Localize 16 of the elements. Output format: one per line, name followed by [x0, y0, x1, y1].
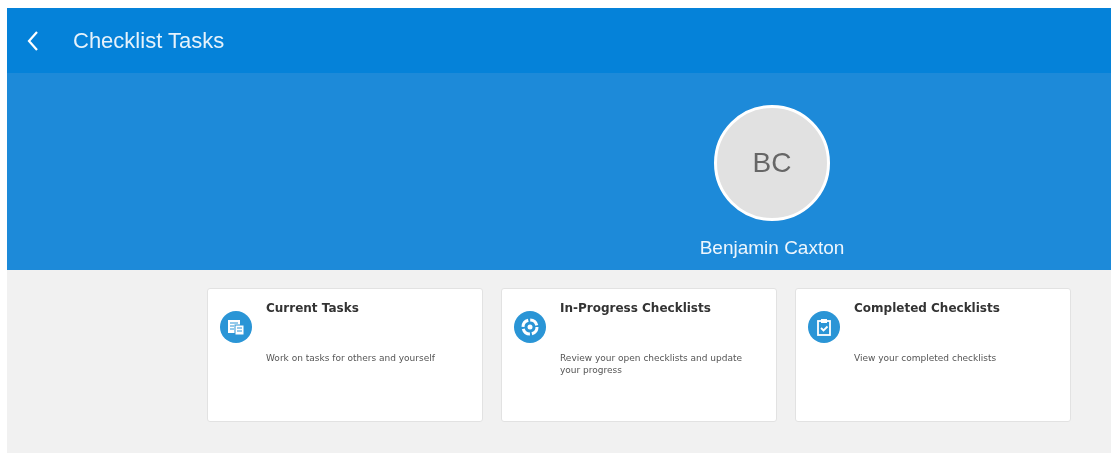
card-title: In-Progress Checklists: [560, 301, 712, 315]
task-card[interactable]: Current Tasks Work on tasks for others and yourself: [207, 288, 483, 422]
card-description: Work on tasks for others and yourself: [266, 353, 436, 365]
cycle-icon: [514, 311, 546, 343]
card-description: View your completed checklists: [854, 353, 998, 365]
avatar: BC: [714, 105, 830, 221]
card-description: Review your open checklists and update your progress: [560, 353, 743, 377]
calendar-icon: [220, 311, 252, 343]
card-title: Current Tasks: [266, 301, 360, 315]
task-card[interactable]: In-Progress Checklists Review your open checklists and update your progress: [501, 288, 777, 422]
card-title: Completed Checklists: [854, 301, 1001, 315]
back-icon[interactable]: [27, 29, 39, 52]
clipboard-check-icon: [808, 311, 840, 343]
user-name: Benjamin Caxton: [699, 237, 845, 259]
page-title: Checklist Tasks: [73, 27, 225, 54]
task-card[interactable]: Completed Checklists View your completed checklists: [795, 288, 1071, 422]
